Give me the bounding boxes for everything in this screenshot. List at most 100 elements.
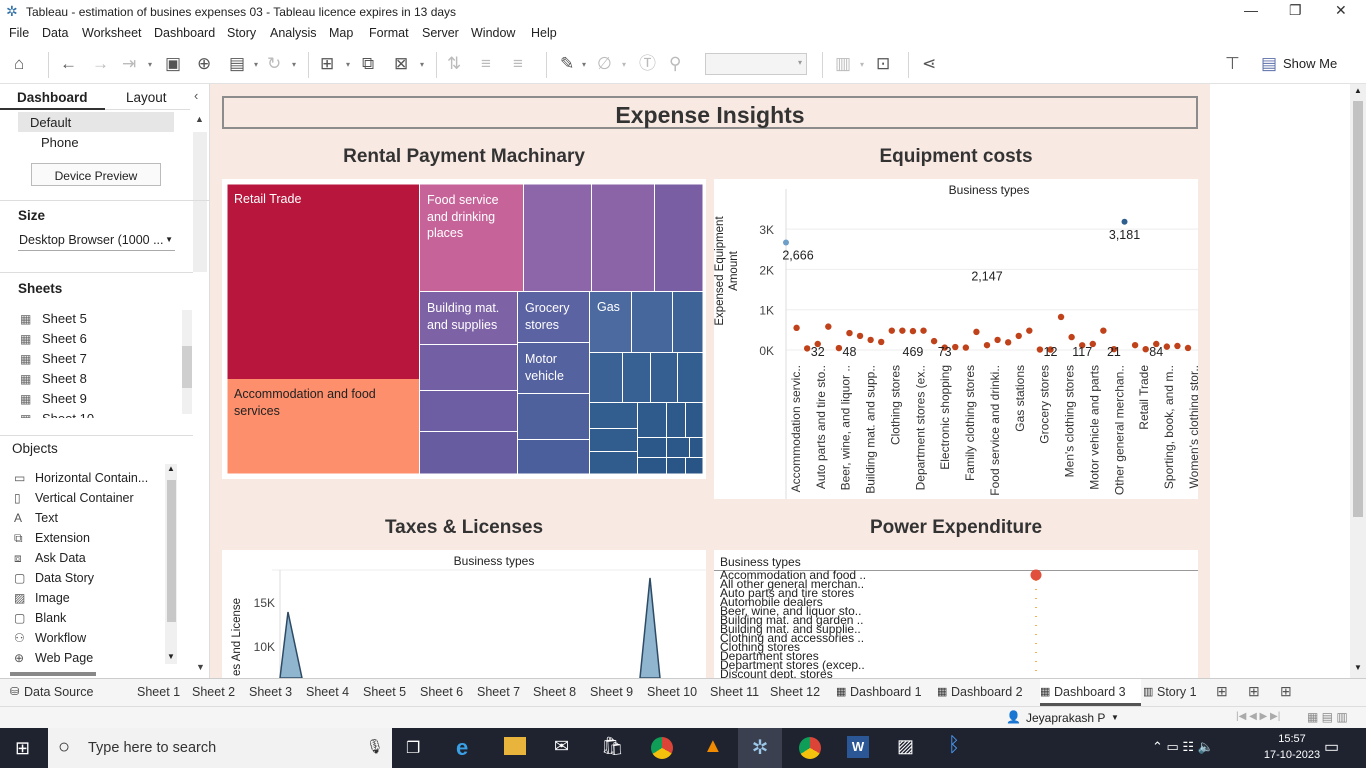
treemap-cell[interactable]	[623, 353, 650, 402]
notifications-icon[interactable]: ▭	[1324, 737, 1339, 757]
data-point[interactable]	[983, 341, 991, 349]
data-point[interactable]	[930, 337, 938, 345]
data-point[interactable]	[846, 329, 853, 337]
menu-file[interactable]: File	[9, 26, 29, 40]
menu-help[interactable]: Help	[531, 26, 557, 40]
data-point[interactable]	[793, 324, 800, 332]
minimize-icon[interactable]: —	[1244, 2, 1258, 18]
data-point[interactable]	[878, 338, 885, 346]
treemap-cell[interactable]	[667, 458, 685, 474]
refresh-icon[interactable]: ↻	[267, 54, 281, 74]
treemap-cell[interactable]	[651, 353, 677, 402]
group-icon[interactable]: ∅	[597, 54, 612, 74]
sheet-tab[interactable]: ▥ Story 1	[1143, 679, 1208, 706]
treemap-cell[interactable]	[518, 394, 589, 439]
treemap-cell[interactable]	[420, 345, 517, 390]
menu-story[interactable]: Story	[227, 26, 256, 40]
new-dashboard-tab-icon[interactable]: ⊞	[1248, 683, 1260, 700]
data-point[interactable]	[1131, 341, 1139, 349]
treemap-cell[interactable]	[655, 184, 703, 291]
treemap-cell[interactable]	[590, 452, 637, 474]
menu-server[interactable]: Server	[422, 26, 459, 40]
data-point[interactable]	[1100, 327, 1107, 334]
treemap-cell[interactable]	[678, 353, 703, 402]
menu-analysis[interactable]: Analysis	[270, 26, 317, 40]
data-point[interactable]	[1068, 333, 1075, 341]
treemap-cell[interactable]	[667, 438, 689, 457]
object-item[interactable]: ⧈ Ask Data	[14, 550, 164, 568]
new-datasource-icon[interactable]: ⊕	[197, 54, 211, 74]
word-icon[interactable]: W	[847, 736, 869, 758]
sheet-tab[interactable]: Sheet 3	[249, 679, 304, 706]
down-arrow-icon[interactable]: ▼	[196, 662, 205, 672]
treemap-cell[interactable]	[227, 184, 419, 379]
object-item[interactable]: ▭ Horizontal Contain...	[14, 470, 164, 488]
treemap-cell[interactable]	[638, 438, 666, 457]
data-point[interactable]	[867, 336, 874, 344]
taxes-area[interactable]	[639, 577, 661, 678]
treemap-cell[interactable]	[690, 438, 703, 457]
tableau-task-icon[interactable]: ✲	[738, 728, 782, 768]
data-point[interactable]	[1004, 339, 1012, 346]
sheet-tab[interactable]: ⛁ Data Source	[10, 679, 135, 706]
bluetooth-icon[interactable]: ᛒ	[948, 734, 960, 757]
menu-format[interactable]: Format	[369, 26, 409, 40]
labels-icon[interactable]: Ⓣ	[639, 54, 656, 74]
treemap-cell[interactable]	[632, 292, 672, 352]
sheet-tab[interactable]: Sheet 6	[420, 679, 475, 706]
sheet-tab[interactable]: Sheet 1	[137, 679, 190, 706]
data-point[interactable]	[783, 239, 789, 246]
sheet-tab[interactable]: ▦ Dashboard 2	[937, 679, 1038, 706]
power-point[interactable]	[1030, 569, 1042, 581]
file-explorer-icon[interactable]	[504, 737, 526, 755]
data-point[interactable]	[888, 327, 895, 334]
sheet-list-item[interactable]: ▦ Sheet 9	[20, 390, 180, 408]
redo-icon[interactable]: →	[92, 54, 109, 74]
duplicate-icon[interactable]: ⧉	[362, 54, 374, 74]
presentation-mode-icon[interactable]: ⊡	[876, 54, 890, 74]
data-point[interactable]	[994, 336, 1001, 344]
sheet-tab[interactable]: Sheet 9	[590, 679, 645, 706]
data-point[interactable]	[1121, 218, 1128, 225]
menu-worksheet[interactable]: Worksheet	[82, 26, 142, 40]
treemap-cell[interactable]	[638, 403, 666, 437]
object-item[interactable]: ▢ Blank	[14, 610, 164, 628]
data-point[interactable]	[899, 327, 906, 334]
treemap-cell[interactable]	[673, 292, 703, 352]
pause-updates-icon[interactable]: ▤	[229, 54, 245, 74]
object-item[interactable]: ▢ Data Story	[14, 570, 164, 588]
sheet-list-item[interactable]: ▦ Sheet 8	[20, 370, 180, 388]
sort-desc-icon[interactable]: ≡	[513, 54, 523, 74]
data-point[interactable]	[1026, 327, 1033, 334]
chrome-icon[interactable]	[651, 737, 673, 759]
data-point[interactable]	[1036, 346, 1044, 353]
treemap-cell[interactable]	[667, 403, 685, 437]
data-point[interactable]	[1142, 345, 1149, 353]
data-point[interactable]	[952, 343, 959, 351]
store-icon[interactable]: 🛍	[601, 736, 624, 757]
data-point[interactable]	[920, 327, 927, 334]
tab-dashboard[interactable]: Dashboard	[0, 84, 105, 110]
taskbar-search[interactable]: ○ Type here to search 🎙	[48, 728, 392, 768]
home-icon[interactable]: ⌂	[14, 54, 24, 74]
fit-dropdown[interactable]: ▾	[705, 53, 807, 75]
data-point[interactable]	[1015, 332, 1022, 340]
data-point[interactable]	[825, 323, 832, 330]
mail-icon[interactable]: ✉	[554, 736, 569, 757]
clock-date[interactable]: 17-10-2023	[1262, 749, 1322, 761]
swap-icon[interactable]: ⇅	[447, 54, 461, 74]
sheet-list-item[interactable]: ▦ Sheet 10	[20, 410, 180, 418]
sort-asc-icon[interactable]: ≡	[481, 54, 491, 74]
data-point[interactable]	[803, 345, 811, 352]
new-story-tab-icon[interactable]: ⊞	[1280, 683, 1292, 700]
sheet-list-item[interactable]: ▦ Sheet 7	[20, 350, 180, 368]
tab-layout[interactable]: Layout	[105, 84, 190, 110]
collapse-pane-icon[interactable]: ‹	[194, 88, 198, 103]
chart-type-icon[interactable]: ▥	[835, 54, 851, 74]
data-point[interactable]	[1184, 344, 1192, 352]
sheet-list-item[interactable]: ▦ Sheet 6	[20, 330, 180, 348]
menu-map[interactable]: Map	[329, 26, 353, 40]
undo-icon[interactable]: ←	[60, 54, 77, 74]
treemap-cell[interactable]	[590, 429, 637, 451]
treemap-chart[interactable]: Retail Trade Food service and drinking p…	[222, 179, 706, 479]
